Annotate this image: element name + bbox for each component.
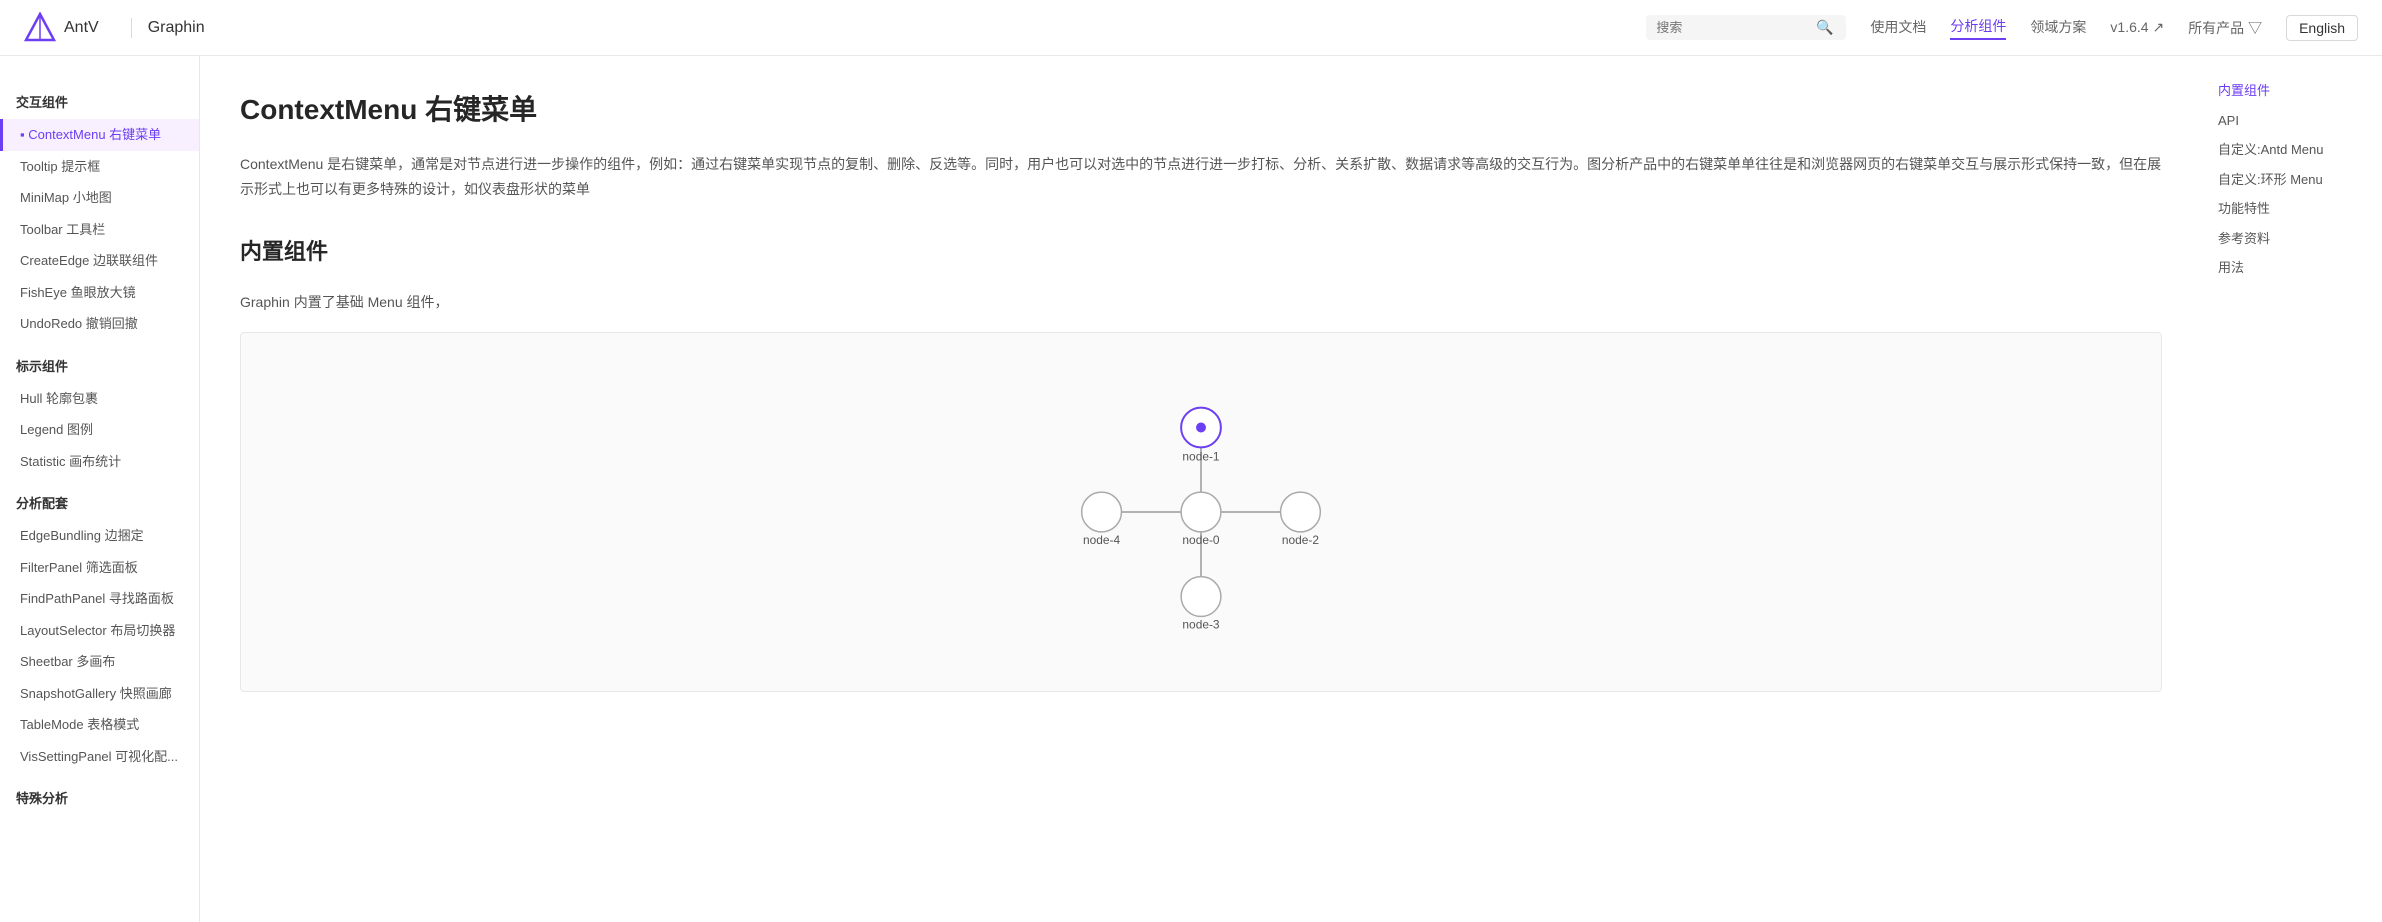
toc-sidebar: 内置组件 API 自定义:Antd Menu 自定义:环形 Menu 功能特性 … (2202, 56, 2382, 922)
sidebar-item-layoutselector[interactable]: LayoutSelector 布局切换器 (0, 615, 199, 647)
sidebar-item-createedge[interactable]: CreateEdge 边联联组件 (0, 245, 199, 277)
search-icon: 🔍 (1816, 19, 1833, 36)
graph-demo-container[interactable]: node-1 node-0 node-2 node-3 (240, 332, 2162, 692)
nav-logo-divider (131, 18, 132, 38)
sidebar-item-tooltip[interactable]: Tooltip 提示框 (0, 151, 199, 183)
nav-all-products[interactable]: 所有产品 ▽ (2188, 18, 2262, 38)
section1-desc: Graphin 内置了基础 Menu 组件， (240, 290, 2162, 315)
sidebar-item-toolbar[interactable]: Toolbar 工具栏 (0, 214, 199, 246)
toc-item-custom-antd[interactable]: 自定义:Antd Menu (2218, 135, 2366, 165)
toc-item-references[interactable]: 参考资料 (2218, 224, 2366, 254)
sidebar-group-marker: 标示组件 (0, 348, 199, 383)
sidebar-item-edgebundling[interactable]: EdgeBundling 边捆定 (0, 520, 199, 552)
sidebar-item-contextmenu[interactable]: ContextMenu 右键菜单 (0, 119, 199, 151)
sidebar-item-findpathpanel[interactable]: FindPathPanel 寻找路面板 (0, 583, 199, 615)
sidebar-item-sheetbar[interactable]: Sheetbar 多画布 (0, 646, 199, 678)
nav-version[interactable]: v1.6.4 ↗ (2110, 19, 2164, 36)
sidebar-item-vissettingpanel[interactable]: VisSettingPanel 可视化配... (0, 741, 199, 773)
sidebar-item-legend[interactable]: Legend 图例 (0, 414, 199, 446)
nav-lang-button[interactable]: English (2286, 15, 2358, 41)
toc-item-api[interactable]: API (2218, 106, 2366, 136)
sidebar-item-statistic[interactable]: Statistic 画布统计 (0, 446, 199, 478)
page-title: ContextMenu 右键菜单 (240, 88, 2162, 128)
sidebar-item-minimap[interactable]: MiniMap 小地图 (0, 182, 199, 214)
sidebar-item-hull[interactable]: Hull 轮廓包裹 (0, 383, 199, 415)
page-layout: 交互组件 ContextMenu 右键菜单 Tooltip 提示框 MiniMa… (0, 56, 2382, 922)
sidebar-item-undoredo[interactable]: UndoRedo 撤销回撤 (0, 308, 199, 340)
toc-item-features[interactable]: 功能特性 (2218, 194, 2366, 224)
graph-node-0[interactable]: node-0 (1181, 492, 1221, 547)
main-content: ContextMenu 右键菜单 ContextMenu 是右键菜单，通常是对节… (200, 56, 2202, 922)
node-3-label: node-3 (1182, 617, 1219, 631)
nav-link-docs[interactable]: 使用文档 (1870, 17, 1926, 39)
node-4-label: node-4 (1083, 532, 1120, 546)
sidebar-group-analysis: 分析配套 (0, 485, 199, 520)
nav-product-name: Graphin (148, 19, 205, 37)
nav-link-solutions[interactable]: 领域方案 (2030, 17, 2086, 39)
nav-link-components[interactable]: 分析组件 (1950, 16, 2006, 40)
sidebar-item-filterpanel[interactable]: FilterPanel 筛选面板 (0, 552, 199, 584)
antv-logo-icon (24, 12, 56, 44)
left-sidebar: 交互组件 ContextMenu 右键菜单 Tooltip 提示框 MiniMa… (0, 56, 200, 922)
sidebar-group-interactive: 交互组件 (0, 84, 199, 119)
sidebar-item-snapshotgallery[interactable]: SnapshotGallery 快照画廊 (0, 678, 199, 710)
top-navbar: AntV Graphin 🔍 使用文档 分析组件 领域方案 v1.6.4 ↗ 所… (0, 0, 2382, 56)
section1-title: 内置组件 (240, 234, 2162, 274)
toc-item-builtin[interactable]: 内置组件 (2218, 76, 2366, 106)
graph-node-3[interactable]: node-3 (1181, 576, 1221, 631)
page-description: ContextMenu 是右键菜单，通常是对节点进行进一步操作的组件，例如：通过… (240, 152, 2162, 202)
nav-logo[interactable]: AntV (24, 12, 99, 44)
toc-item-usage[interactable]: 用法 (2218, 253, 2366, 283)
nav-search-box[interactable]: 🔍 (1646, 15, 1846, 40)
sidebar-item-tablemode[interactable]: TableMode 表格模式 (0, 709, 199, 741)
nav-links: 使用文档 分析组件 领域方案 v1.6.4 ↗ 所有产品 ▽ English (1870, 15, 2358, 41)
graph-node-2[interactable]: node-2 (1281, 492, 1321, 547)
graph-node-1[interactable]: node-1 (1181, 407, 1221, 463)
graph-node-4[interactable]: node-4 (1082, 492, 1122, 547)
sidebar-group-special: 特殊分析 (0, 780, 199, 815)
toc-item-custom-circle[interactable]: 自定义:环形 Menu (2218, 165, 2366, 195)
sidebar-item-fisheye[interactable]: FishEye 鱼眼放大镜 (0, 277, 199, 309)
search-input[interactable] (1656, 20, 1816, 35)
node-1-label: node-1 (1182, 449, 1219, 463)
node-2-label: node-2 (1282, 532, 1319, 546)
antv-text: AntV (64, 19, 99, 37)
graph-canvas[interactable]: node-1 node-0 node-2 node-3 (241, 333, 2161, 691)
node-0-label: node-0 (1182, 532, 1219, 546)
